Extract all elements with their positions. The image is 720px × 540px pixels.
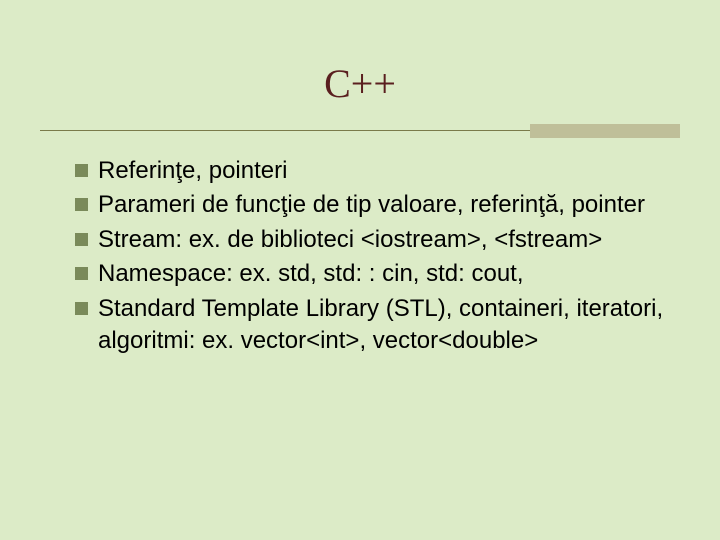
list-item: Stream: ex. de biblioteci <iostream>, <f… — [75, 224, 670, 256]
list-item: Referinţe, pointeri — [75, 155, 670, 187]
list-item-text: Standard Template Library (STL), contain… — [98, 293, 670, 358]
slide: C++ Referinţe, pointeri Parameri de func… — [0, 0, 720, 540]
bullet-icon — [75, 198, 88, 211]
bullet-icon — [75, 302, 88, 315]
bullet-icon — [75, 267, 88, 280]
list-item-text: Namespace: ex. std, std: : cin, std: cou… — [98, 258, 524, 290]
divider-thin — [40, 130, 530, 131]
list-item: Standard Template Library (STL), contain… — [75, 293, 670, 358]
list-item: Parameri de funcţie de tip valoare, refe… — [75, 189, 670, 221]
list-item-text: Parameri de funcţie de tip valoare, refe… — [98, 189, 645, 221]
list-item-text: Stream: ex. de biblioteci <iostream>, <f… — [98, 224, 602, 256]
list-item: Namespace: ex. std, std: : cin, std: cou… — [75, 258, 670, 290]
divider-thick — [530, 124, 680, 138]
bullet-icon — [75, 233, 88, 246]
bullet-icon — [75, 164, 88, 177]
slide-title: C++ — [0, 60, 720, 107]
list-item-text: Referinţe, pointeri — [98, 155, 287, 187]
content-list: Referinţe, pointeri Parameri de funcţie … — [75, 155, 670, 359]
